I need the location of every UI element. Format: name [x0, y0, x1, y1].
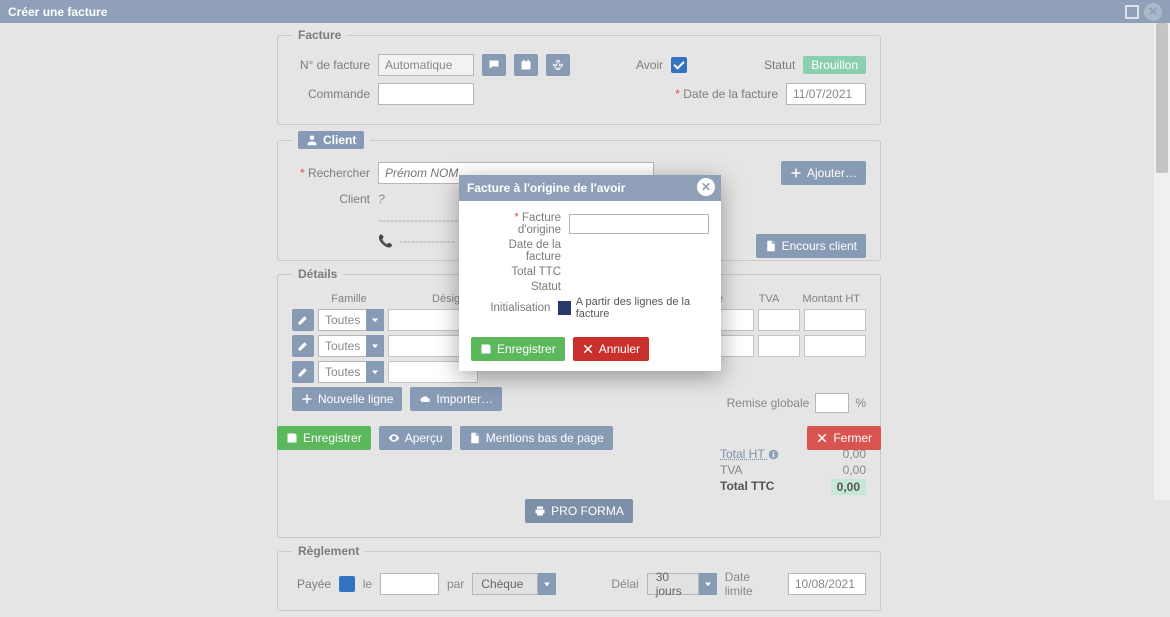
label-date-limite: Date limite: [725, 570, 780, 598]
input-facture-origine[interactable]: [569, 214, 709, 234]
select-delai[interactable]: 30 jours: [647, 573, 717, 595]
famille-select[interactable]: Toutes: [318, 309, 384, 331]
label-payee: Payée: [292, 577, 331, 591]
label-avoir: Avoir: [636, 58, 663, 72]
encours-client-button[interactable]: Encours client: [756, 234, 866, 258]
label-date-facture: Date de la facture: [675, 87, 778, 101]
input-remise[interactable]: [815, 393, 849, 413]
total-ttc-value: 0,00: [831, 479, 866, 495]
tva-label: TVA: [720, 463, 742, 477]
close-window-icon[interactable]: ✕: [1144, 3, 1162, 21]
famille-select[interactable]: Toutes: [318, 335, 384, 357]
header-montant: Montant HT: [794, 293, 864, 305]
tva-input[interactable]: [758, 309, 800, 331]
label-numero-facture: N° de facture: [292, 58, 370, 72]
header-tva: TVA: [744, 293, 794, 305]
famille-select[interactable]: Toutes: [318, 361, 384, 383]
window-titlebar: Créer une facture ✕: [0, 0, 1170, 23]
edit-row-button[interactable]: [292, 335, 314, 357]
legend-details: Détails: [292, 267, 343, 281]
init-text: A partir des lignes de la facture: [576, 296, 709, 320]
save-button[interactable]: Enregistrer: [277, 426, 371, 450]
tva-value: 0,00: [843, 463, 866, 477]
label-modal-date: Date de la facture: [471, 239, 569, 263]
label-commande: Commande: [292, 87, 370, 101]
legend-client: Client: [292, 131, 370, 149]
client-name-value: ?: [378, 192, 385, 206]
label-statut: Statut: [764, 58, 795, 72]
client-phone-placeholder: --------------: [399, 234, 455, 248]
checkbox-init[interactable]: [558, 301, 570, 315]
preview-button[interactable]: Aperçu: [379, 426, 452, 450]
modal-close-icon[interactable]: ✕: [697, 178, 715, 196]
input-commande[interactable]: [378, 83, 474, 105]
label-delai: Délai: [611, 577, 638, 591]
calendar-icon[interactable]: [514, 54, 538, 76]
label-par: par: [447, 577, 464, 591]
input-date-paiement[interactable]: [380, 573, 439, 595]
montant-input[interactable]: [804, 335, 866, 357]
remise-globale: Remise globale %: [727, 393, 866, 413]
legend-facture: Facture: [292, 28, 347, 42]
input-numero-facture: Automatique: [378, 54, 474, 76]
branch-icon[interactable]: [546, 54, 570, 76]
add-client-button[interactable]: Ajouter…: [781, 161, 866, 185]
window-scrollbar[interactable]: [1154, 23, 1170, 500]
checkbox-payee[interactable]: [339, 576, 355, 592]
tva-input[interactable]: [758, 335, 800, 357]
modal-cancel-button[interactable]: Annuler: [573, 337, 649, 361]
modal-save-button[interactable]: Enregistrer: [471, 337, 565, 361]
totals-block: Total HT 0,00 TVA0,00 Total TTC0,00: [720, 445, 866, 497]
modal-titlebar: Facture à l'origine de l'avoir ✕: [459, 175, 721, 201]
select-mode[interactable]: Chèque: [472, 573, 556, 595]
new-line-button[interactable]: Nouvelle ligne: [292, 387, 402, 411]
legend-reglement: Règlement: [292, 544, 365, 558]
modal-origine-avoir: Facture à l'origine de l'avoir ✕ Facture…: [459, 175, 721, 371]
label-modal-init: Initialisation: [471, 302, 558, 314]
label-rechercher: Rechercher: [292, 166, 370, 180]
label-modal-statut: Statut: [471, 281, 569, 293]
label-facture-origine: Facture d'origine: [471, 212, 569, 236]
header-famille: Famille: [294, 293, 404, 305]
proforma-button[interactable]: PRO FORMA: [525, 499, 633, 523]
edit-row-button[interactable]: [292, 361, 314, 383]
edit-row-button[interactable]: [292, 309, 314, 331]
modal-title: Facture à l'origine de l'avoir: [467, 181, 625, 195]
mentions-button[interactable]: Mentions bas de page: [460, 426, 613, 450]
section-facture: Facture N° de facture Automatique Avoir …: [277, 28, 881, 125]
window-title: Créer une facture: [8, 5, 107, 19]
label-client: Client: [292, 192, 370, 206]
checkbox-avoir[interactable]: [671, 57, 687, 73]
label-le: le: [363, 577, 372, 591]
label-modal-total: Total TTC: [471, 266, 569, 278]
label-remise: Remise globale: [727, 396, 810, 410]
comment-icon[interactable]: [482, 54, 506, 76]
input-date-limite[interactable]: 10/08/2021: [788, 573, 866, 595]
phone-icon: 📞: [378, 234, 393, 248]
import-button[interactable]: Importer…: [410, 387, 502, 411]
total-ttc-label: Total TTC: [720, 479, 774, 495]
section-reglement: Règlement Payée le par Chèque Délai 30 j…: [277, 544, 881, 611]
scrollbar-thumb[interactable]: [1156, 23, 1168, 173]
input-date-facture[interactable]: 11/07/2021: [786, 83, 866, 105]
maximize-icon[interactable]: [1124, 4, 1140, 20]
montant-input[interactable]: [804, 309, 866, 331]
status-badge: Brouillon: [803, 56, 866, 74]
label-pct: %: [855, 396, 866, 410]
close-button[interactable]: Fermer: [807, 426, 881, 450]
